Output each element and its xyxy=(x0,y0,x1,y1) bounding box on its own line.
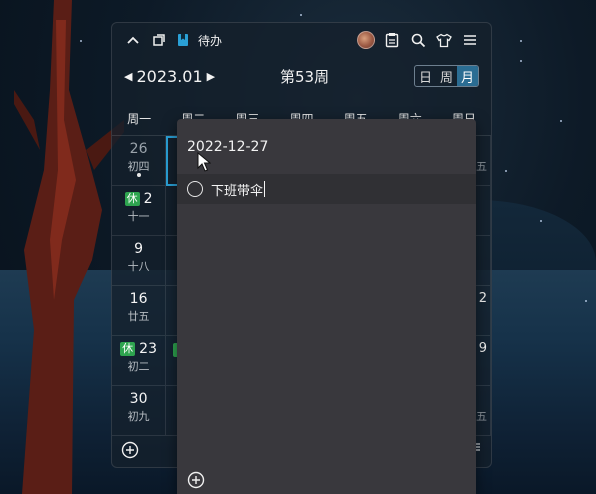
text-caret xyxy=(264,181,266,197)
background-tree xyxy=(14,0,124,494)
lunar-date: 廿五 xyxy=(127,310,150,323)
current-month: 2023.01 xyxy=(136,66,203,86)
todo-text[interactable]: 下班带伞 xyxy=(211,180,266,199)
lunar-date: 初九 xyxy=(127,410,150,423)
add-todo-icon[interactable] xyxy=(121,441,139,459)
week-number: 第53周 xyxy=(280,67,330,86)
weekday-label: 周一 xyxy=(127,111,152,126)
collapse-icon[interactable] xyxy=(120,27,146,53)
lunar-date: 十八 xyxy=(127,260,150,273)
day-number: 9 xyxy=(478,341,487,356)
day-number: 30 xyxy=(129,391,148,407)
lunar-date: 初四 xyxy=(127,160,150,173)
clipboard-icon[interactable] xyxy=(379,27,405,53)
lunar-date: 五 xyxy=(475,160,487,173)
view-month-button[interactable]: 月 xyxy=(457,66,478,86)
next-month-button[interactable]: ▶ xyxy=(207,70,215,83)
todo-text-value: 下班带伞 xyxy=(211,183,264,199)
calendar-cell[interactable]: 16 廿五 xyxy=(112,286,167,336)
calendar-cell[interactable]: 9 十八 xyxy=(112,236,167,286)
month-navigator: ◀ 2023.01 ▶ xyxy=(124,67,215,86)
view-week-button[interactable]: 周 xyxy=(436,66,457,86)
day-number: 休2 xyxy=(112,191,165,207)
day-value: 23 xyxy=(139,341,157,357)
todo-item[interactable]: 下班带伞 xyxy=(177,174,476,204)
lunar-date: 十一 xyxy=(127,210,150,223)
book-icon xyxy=(178,34,188,46)
calendar-cell[interactable]: 26 初四 xyxy=(112,136,167,186)
view-day-button[interactable]: 日 xyxy=(415,66,436,86)
lunar-date: 初二 xyxy=(127,360,150,373)
day-number: 休 23 xyxy=(112,341,165,357)
menu-icon[interactable] xyxy=(457,27,483,53)
day-number: 26 xyxy=(129,141,148,157)
window-icon[interactable] xyxy=(146,27,172,53)
rest-badge: 休 xyxy=(120,342,136,356)
search-icon[interactable] xyxy=(405,27,431,53)
rest-badge: 休 xyxy=(124,192,140,206)
calendar-cell[interactable]: 休2 十一 xyxy=(112,186,167,236)
view-switcher: 日 周 月 xyxy=(414,65,479,87)
day-value: 2 xyxy=(143,191,153,207)
day-todo-popup: 2022-12-27 下班带伞 xyxy=(177,119,476,494)
popup-add-icon[interactable] xyxy=(187,471,205,489)
lunar-date: 五 xyxy=(475,410,487,423)
day-number: 2 xyxy=(478,291,487,306)
widget-toolbar: 待办 xyxy=(112,23,491,57)
todo-checkbox[interactable] xyxy=(187,181,203,197)
mouse-cursor-icon xyxy=(197,151,212,172)
avatar[interactable] xyxy=(353,27,379,53)
prev-month-button[interactable]: ◀ xyxy=(124,70,132,83)
day-number: 9 xyxy=(134,241,144,257)
widget-title-text: 待办 xyxy=(198,33,223,48)
month-nav-row: ◀ 2023.01 ▶ 第53周 日 周 月 xyxy=(112,63,491,89)
calendar-cell[interactable]: 30 初九 xyxy=(112,386,167,436)
widget-title[interactable]: 待办 xyxy=(176,32,222,49)
shirt-icon[interactable] xyxy=(431,27,457,53)
calendar-cell[interactable]: 休 23 初二 xyxy=(112,336,167,386)
day-number: 16 xyxy=(129,291,148,307)
event-dot xyxy=(136,173,141,177)
